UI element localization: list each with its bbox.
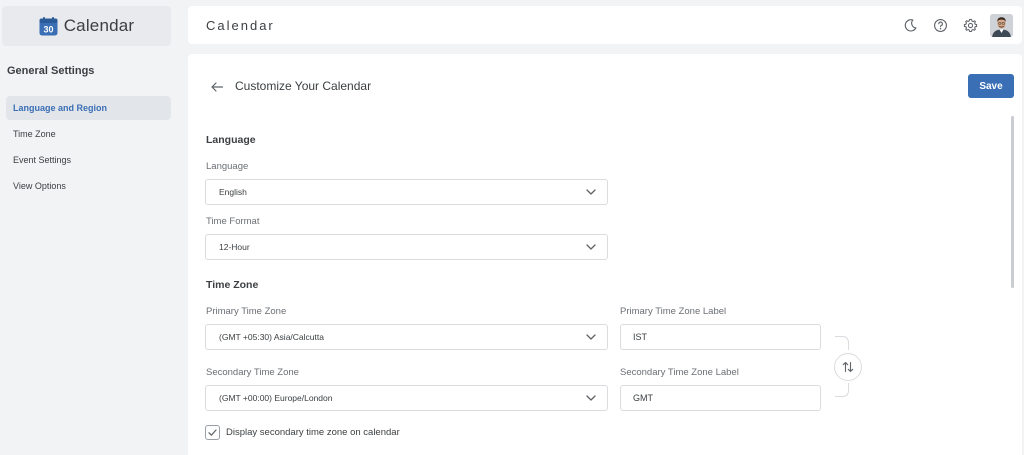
chevron-down-icon bbox=[586, 395, 596, 401]
top-header: Calendar bbox=[188, 6, 1022, 44]
language-section-title: Language bbox=[206, 134, 256, 146]
moon-icon[interactable] bbox=[900, 15, 920, 35]
primary-time-zone-label-input[interactable] bbox=[620, 324, 821, 350]
app-name: Calendar bbox=[63, 16, 135, 35]
sidebar-item-event-settings[interactable]: Event Settings bbox=[6, 148, 171, 172]
swap-arrows-icon bbox=[842, 361, 854, 373]
sidebar-item-language-and-region[interactable]: Language and Region bbox=[6, 96, 171, 120]
secondary-time-zone-select[interactable]: (GMT +00:00) Europe/London bbox=[205, 385, 608, 411]
calendar-logo-icon: 30 bbox=[39, 16, 58, 35]
time-format-label: Time Format bbox=[206, 216, 260, 227]
help-icon[interactable] bbox=[930, 15, 950, 35]
secondary-time-zone-label-label: Secondary Time Zone Label bbox=[620, 367, 739, 378]
chevron-down-icon bbox=[586, 244, 596, 250]
swap-connector-top bbox=[835, 336, 849, 350]
logo-day-number: 30 bbox=[43, 24, 53, 34]
secondary-time-zone-label: Secondary Time Zone bbox=[206, 367, 299, 378]
primary-time-zone-select[interactable]: (GMT +05:30) Asia/Calcutta bbox=[205, 324, 608, 350]
secondary-time-zone-label-input[interactable] bbox=[620, 385, 821, 411]
gear-icon[interactable] bbox=[960, 15, 980, 35]
primary-time-zone-label: Primary Time Zone bbox=[206, 306, 287, 317]
scrollbar[interactable] bbox=[1011, 116, 1014, 288]
chevron-down-icon bbox=[586, 334, 596, 340]
language-select[interactable]: English bbox=[205, 179, 608, 205]
swap-time-zones-button[interactable] bbox=[834, 353, 862, 381]
display-secondary-checkbox[interactable] bbox=[205, 425, 220, 440]
sidebar-item-time-zone[interactable]: Time Zone bbox=[6, 122, 171, 146]
timezone-section-title: Time Zone bbox=[206, 279, 259, 291]
time-format-select[interactable]: 12-Hour bbox=[205, 234, 608, 260]
sidebar-section-title: General Settings bbox=[7, 65, 95, 77]
swap-connector-bottom bbox=[835, 383, 849, 397]
header-title: Calendar bbox=[206, 18, 275, 33]
primary-time-zone-label-label: Primary Time Zone Label bbox=[620, 306, 727, 317]
chevron-down-icon bbox=[586, 189, 596, 195]
page-title: Customize Your Calendar bbox=[235, 79, 372, 93]
back-arrow-icon[interactable] bbox=[210, 80, 224, 94]
primary-time-zone-value: (GMT +05:30) Asia/Calcutta bbox=[219, 332, 324, 342]
language-select-value: English bbox=[219, 187, 247, 197]
save-button[interactable]: Save bbox=[968, 74, 1014, 98]
settings-card: Customize Your Calendar Save Language La… bbox=[188, 54, 1022, 455]
display-secondary-label[interactable]: Display secondary time zone on calendar bbox=[226, 427, 400, 438]
sidebar-item-view-options[interactable]: View Options bbox=[6, 174, 171, 198]
app-logo[interactable]: 30 Calendar bbox=[2, 6, 171, 46]
sidebar: 30 Calendar General Settings Language an… bbox=[0, 0, 180, 455]
sidebar-nav: Language and Region Time Zone Event Sett… bbox=[6, 96, 171, 200]
secondary-time-zone-value: (GMT +00:00) Europe/London bbox=[219, 393, 333, 403]
language-label: Language bbox=[206, 161, 249, 172]
avatar[interactable] bbox=[990, 14, 1013, 37]
time-format-select-value: 12-Hour bbox=[219, 242, 250, 252]
checkmark-icon bbox=[208, 429, 217, 436]
